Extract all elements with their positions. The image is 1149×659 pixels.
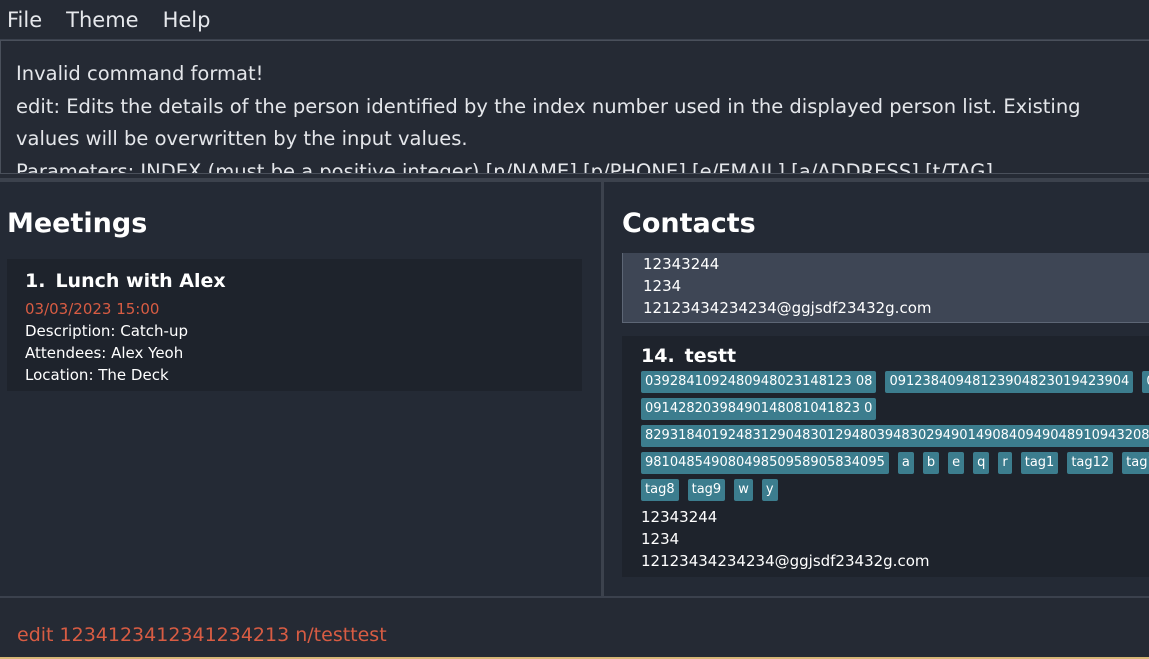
- tag: 0912834: [1142, 371, 1149, 393]
- menu-help[interactable]: Help: [156, 8, 219, 32]
- meeting-datetime: 03/03/2023 15:00: [25, 300, 160, 318]
- tag: w: [734, 479, 753, 501]
- command-box: [0, 596, 1149, 659]
- tag: b: [922, 452, 940, 474]
- contact-email: 12123434234234@ggjsdf23432g.com: [643, 299, 932, 317]
- tag: 0392841092480948023148123 08: [641, 371, 877, 393]
- menu-file[interactable]: File: [0, 8, 50, 32]
- meeting-name: Lunch with Alex: [55, 270, 226, 292]
- meeting-location: Location: The Deck: [25, 366, 169, 384]
- tag: a: [897, 452, 914, 474]
- meetings-pane: Meetings 1. Lunch with Alex 03/03/2023 15…: [0, 182, 601, 596]
- result-display[interactable]: Invalid command format! edit: Edits the …: [0, 40, 1149, 174]
- meeting-index: 1.: [25, 270, 46, 292]
- menu-bar: File Theme Help: [0, 0, 1149, 40]
- meeting-title: 1. Lunch with Alex: [25, 270, 564, 292]
- contact-title: 14. testt: [641, 345, 1149, 367]
- tag: 8293184019248312904830129480394830294901…: [641, 425, 1149, 447]
- tag-row: 8293184019248312904830129480394830294901…: [641, 425, 1149, 447]
- menu-theme[interactable]: Theme: [59, 8, 146, 32]
- tag-row: 98104854908049850958905834095 a b e q r tag1 ta…: [641, 452, 1149, 474]
- contact-phone: 12343244: [643, 255, 720, 273]
- tag: 09123840948123904823019423904: [885, 371, 1134, 393]
- tag: 98104854908049850958905834095: [641, 452, 889, 474]
- result-text: Invalid command format! edit: Edits the …: [16, 62, 1081, 174]
- tag: r: [998, 452, 1012, 474]
- tag: q: [973, 452, 990, 474]
- contact-address: 1234: [643, 277, 682, 295]
- tag-row: tag8 tag9 w y: [641, 479, 1149, 501]
- tag-row: 09142820398490148081041823 0: [641, 398, 1149, 420]
- contact-card-selected[interactable]: 12343244 1234 12123434234234@ggjsdf23432…: [622, 253, 1149, 323]
- contact-card[interactable]: 14. testt 0392841092480948023148123 08 091…: [622, 336, 1149, 577]
- meetings-title: Meetings: [7, 208, 148, 239]
- command-input[interactable]: [0, 598, 1149, 654]
- tag-row: 0392841092480948023148123 08 091238409481…: [641, 371, 1149, 393]
- contact-name: testt: [684, 345, 737, 367]
- tag: tag13: [1122, 452, 1149, 474]
- contacts-title: Contacts: [622, 208, 756, 239]
- meeting-description: Description: Catch-up: [25, 322, 188, 340]
- tag: 09142820398490148081041823 0: [641, 398, 877, 420]
- contact-index: 14.: [641, 345, 675, 367]
- meeting-attendees: Attendees: Alex Yeoh: [25, 344, 184, 362]
- contact-phone: 12343244: [641, 508, 718, 526]
- contacts-pane: Contacts 12343244 1234 12123434234234@gg…: [604, 182, 1149, 596]
- tag: tag12: [1067, 452, 1114, 474]
- tag-list: 0392841092480948023148123 08 091238409481…: [641, 371, 1149, 501]
- tag: tag1: [1020, 452, 1059, 474]
- tag: e: [948, 452, 965, 474]
- contact-address: 1234: [641, 530, 680, 548]
- meeting-card[interactable]: 1. Lunch with Alex 03/03/2023 15:00 Descr…: [7, 259, 582, 391]
- tag: tag9: [687, 479, 726, 501]
- tag: tag8: [641, 479, 679, 501]
- contact-email: 12123434234234@ggjsdf23432g.com: [641, 552, 930, 570]
- tag: y: [761, 479, 778, 501]
